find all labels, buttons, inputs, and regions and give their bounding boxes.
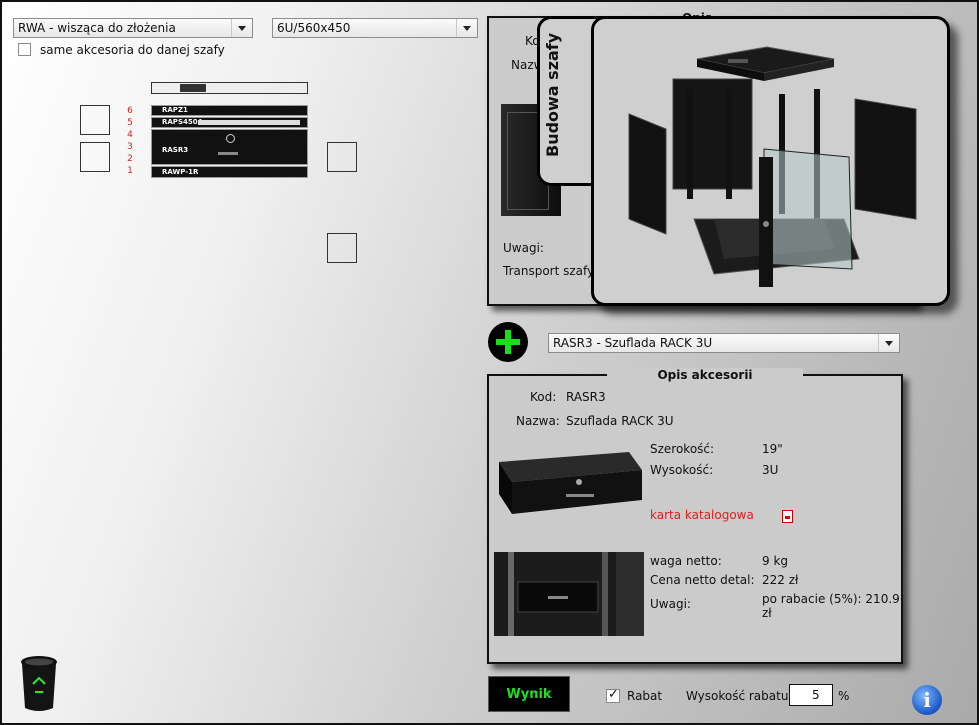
rack-fan-icon — [180, 84, 206, 92]
cena-label: Cena netto detal: — [650, 573, 755, 587]
szerokosc-label: Szerokość: — [650, 442, 715, 456]
rack-unit-number: 1 — [127, 166, 133, 176]
cabinet-size-value: 6U/560x450 — [277, 21, 351, 35]
rabat-checkbox[interactable]: ✓ — [606, 687, 620, 703]
accessory-select[interactable]: RASR3 - Szuflada RACK 3U — [548, 333, 900, 353]
rack-unit-number: 5 — [127, 118, 133, 128]
info-button[interactable]: i — [912, 685, 942, 715]
app-window: RWA - wisząca do złożenia 6U/560x450 sam… — [0, 0, 979, 725]
rack-item-label: RAPS450A — [162, 118, 204, 126]
szerokosc-value: 19" — [762, 442, 783, 456]
rack-item-label: RASR3 — [162, 146, 189, 154]
chevron-down-icon[interactable] — [456, 19, 477, 37]
wysokosc-value: 3U — [762, 463, 779, 477]
rack-unit-number: 4 — [127, 130, 133, 140]
rack-slot-right-bottom[interactable] — [327, 233, 357, 263]
rabat-height-label: Wysokość rabatu: — [686, 689, 793, 703]
chevron-down-icon[interactable] — [231, 19, 252, 37]
cena-value: 222 zł — [762, 573, 799, 587]
info-icon: i — [923, 688, 931, 712]
chevron-down-icon[interactable] — [878, 334, 899, 352]
accessory-kod-label: Kod: — [530, 390, 557, 404]
rabat-input-value: 5 — [812, 688, 820, 702]
wysokosc-label: Wysokość: — [650, 463, 714, 477]
accessory-select-value: RASR3 - Szuflada RACK 3U — [553, 336, 713, 350]
rabat-info: po rabacie (5%): 210.9 zł — [762, 592, 900, 620]
waga-label: waga netto: — [650, 554, 722, 568]
cabinet-type-select[interactable]: RWA - wisząca do złożenia — [13, 18, 253, 38]
rack-item-rawp-1r[interactable]: RAWP-1R — [151, 166, 308, 178]
rack-slot-left-top[interactable] — [80, 105, 110, 135]
waga-value: 9 kg — [762, 554, 789, 568]
rabat-input[interactable]: 5 — [789, 684, 833, 706]
rabat-label: Rabat — [627, 689, 663, 703]
rack-slot-right-top[interactable] — [327, 142, 357, 172]
budowa-tab-label: Budowa szafy — [543, 32, 562, 157]
trash-icon[interactable] — [19, 654, 59, 714]
only-accessories-checkbox[interactable] — [18, 43, 31, 56]
checkmark-icon: ✓ — [608, 687, 619, 702]
add-accessory-button[interactable] — [488, 322, 528, 362]
rack-unit-number: 3 — [127, 142, 133, 152]
drawer-handle — [218, 152, 238, 155]
rack-item-strip — [198, 120, 300, 125]
drawer-installed-image — [494, 552, 644, 636]
rack-item-label: RAPZ1 — [162, 106, 188, 114]
cabinet-size-select[interactable]: 6U/560x450 — [272, 18, 478, 38]
opis-uwagi-label: Uwagi: — [503, 241, 544, 255]
accessory-nazwa-value: Szuflada RACK 3U — [566, 414, 674, 428]
accessory-uwagi-label: Uwagi: — [650, 597, 691, 611]
accessory-panel-title: Opis akcesorii — [607, 368, 803, 382]
budowa-szafy-overlay — [591, 16, 950, 306]
accessory-panel: Opis akcesorii Kod: RASR3 Nazwa: Szuflad… — [487, 368, 903, 664]
accessory-kod-value: RASR3 — [566, 390, 606, 404]
pdf-icon[interactable] — [782, 510, 793, 523]
percent-symbol: % — [838, 689, 850, 703]
lock-icon — [226, 134, 235, 143]
drawer-image — [499, 452, 642, 514]
rack-unit-number: 2 — [127, 154, 133, 164]
cabinet-type-value: RWA - wisząca do złożenia — [18, 21, 176, 35]
rack-item-rasr3[interactable]: RASR3 — [151, 129, 308, 165]
rack-slot-left-bottom[interactable] — [80, 142, 110, 172]
rack-item-rapz1[interactable]: RAPZ1 — [151, 105, 308, 116]
accessory-nazwa-label: Nazwa: — [516, 414, 560, 428]
only-accessories-label: same akcesoria do danej szafy — [40, 43, 225, 57]
rack-item-raps450a[interactable]: RAPS450A — [151, 117, 308, 128]
rack-unit-number: 6 — [127, 106, 133, 116]
rack-top-cover — [151, 82, 308, 94]
exploded-cabinet-illustration — [628, 46, 917, 287]
rack-item-label: RAWP-1R — [162, 168, 199, 176]
wynik-button[interactable]: Wynik — [488, 676, 570, 712]
catalog-link[interactable]: karta katalogowa — [650, 508, 754, 522]
